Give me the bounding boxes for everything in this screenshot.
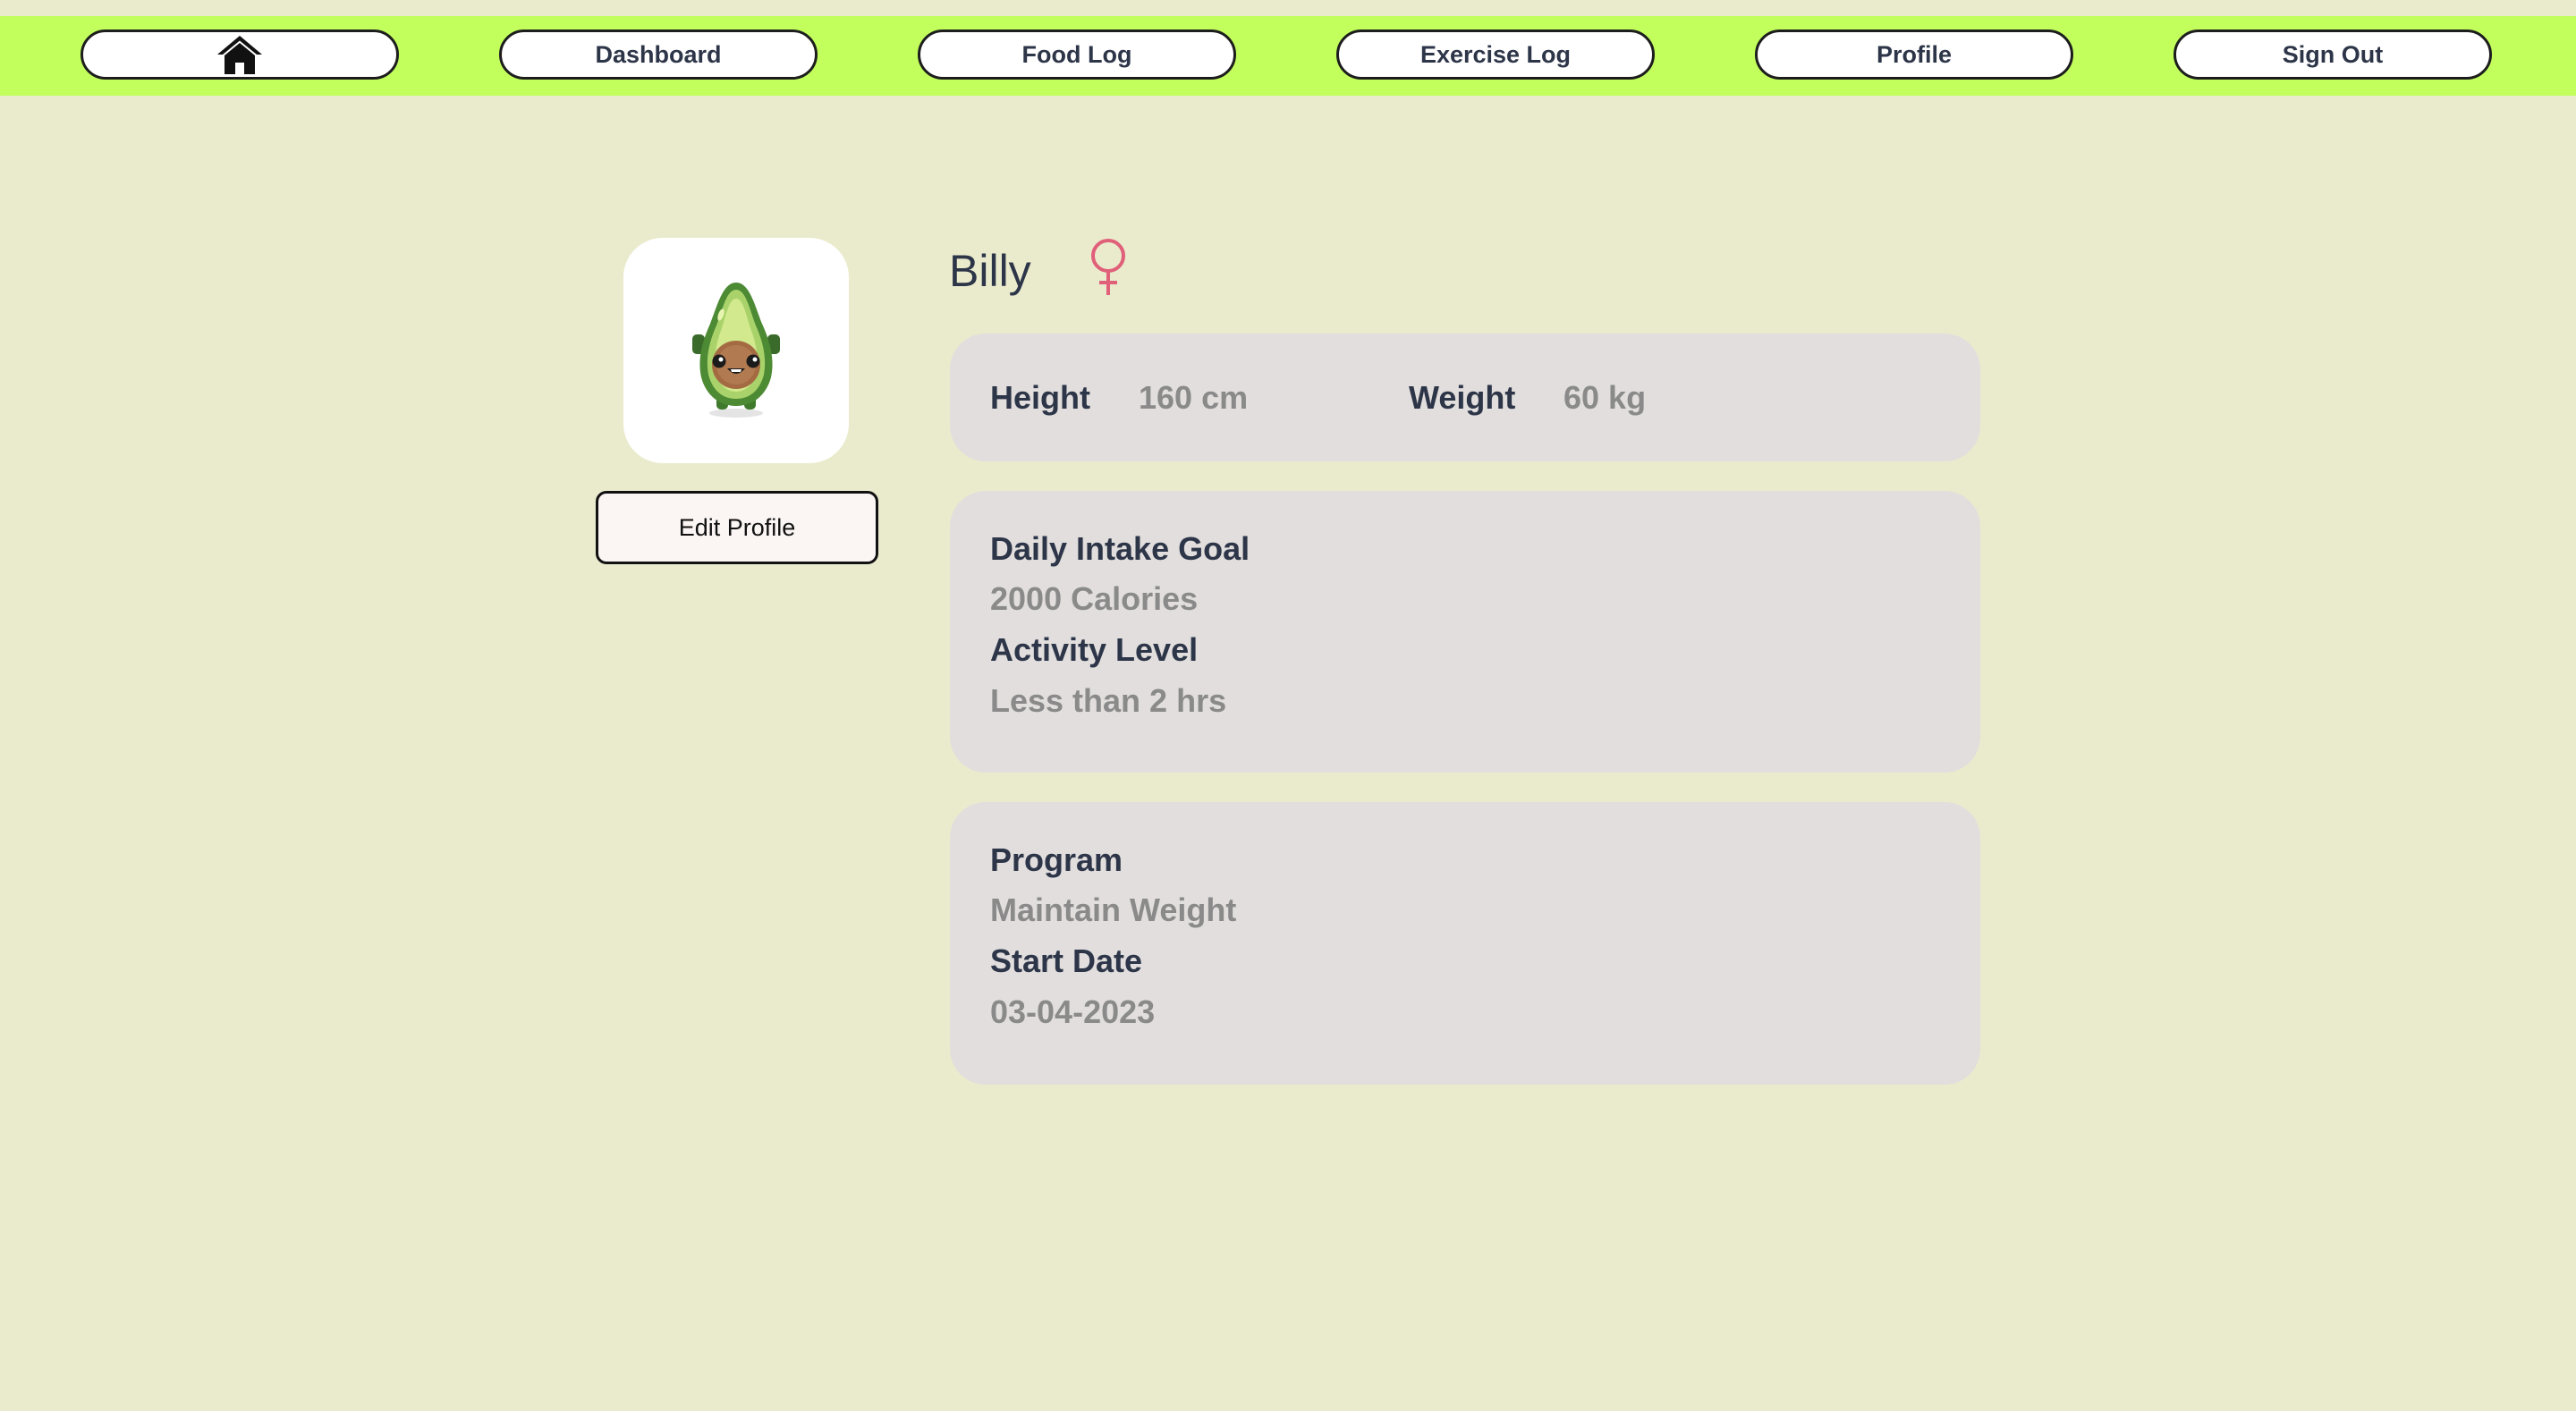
daily-intake-label: Daily Intake Goal [990, 530, 1250, 567]
female-symbol-icon [1091, 239, 1125, 295]
nav-food-log-button[interactable]: Food Log [918, 30, 1236, 80]
home-icon [217, 36, 262, 74]
nav-dashboard-button[interactable]: Dashboard [499, 30, 818, 80]
nav-exercise-log-button[interactable]: Exercise Log [1336, 30, 1655, 80]
weight-label: Weight [1409, 379, 1516, 416]
profile-avatar-card [623, 238, 849, 463]
daily-intake-value: 2000 Calories [990, 580, 1199, 617]
height-label: Height [990, 379, 1090, 416]
height-value: 160 cm [1139, 379, 1249, 416]
top-nav-bar: Dashboard Food Log Exercise Log Profile … [0, 16, 2576, 96]
avocado-avatar [692, 283, 780, 418]
measurements-card: Height 160 cm Weight 60 kg [950, 334, 1980, 461]
program-value: Maintain Weight [990, 891, 1237, 928]
profile-name: Billy [949, 246, 1031, 296]
goals-card: Daily Intake Goal 2000 Calories Activity… [950, 491, 1980, 773]
start-date-label: Start Date [990, 942, 1143, 979]
start-date-value: 03-04-2023 [990, 993, 1156, 1030]
activity-level-label: Activity Level [990, 631, 1199, 668]
nav-sign-out-button[interactable]: Sign Out [2174, 30, 2492, 80]
activity-level-value: Less than 2 hrs [990, 682, 1227, 719]
edit-profile-button[interactable]: Edit Profile [596, 491, 878, 564]
weight-value: 60 kg [1563, 379, 1647, 416]
program-card: Program Maintain Weight Start Date 03-04… [950, 802, 1980, 1085]
program-label: Program [990, 841, 1123, 878]
nav-profile-button[interactable]: Profile [1755, 30, 2073, 80]
home-button[interactable] [80, 30, 399, 80]
